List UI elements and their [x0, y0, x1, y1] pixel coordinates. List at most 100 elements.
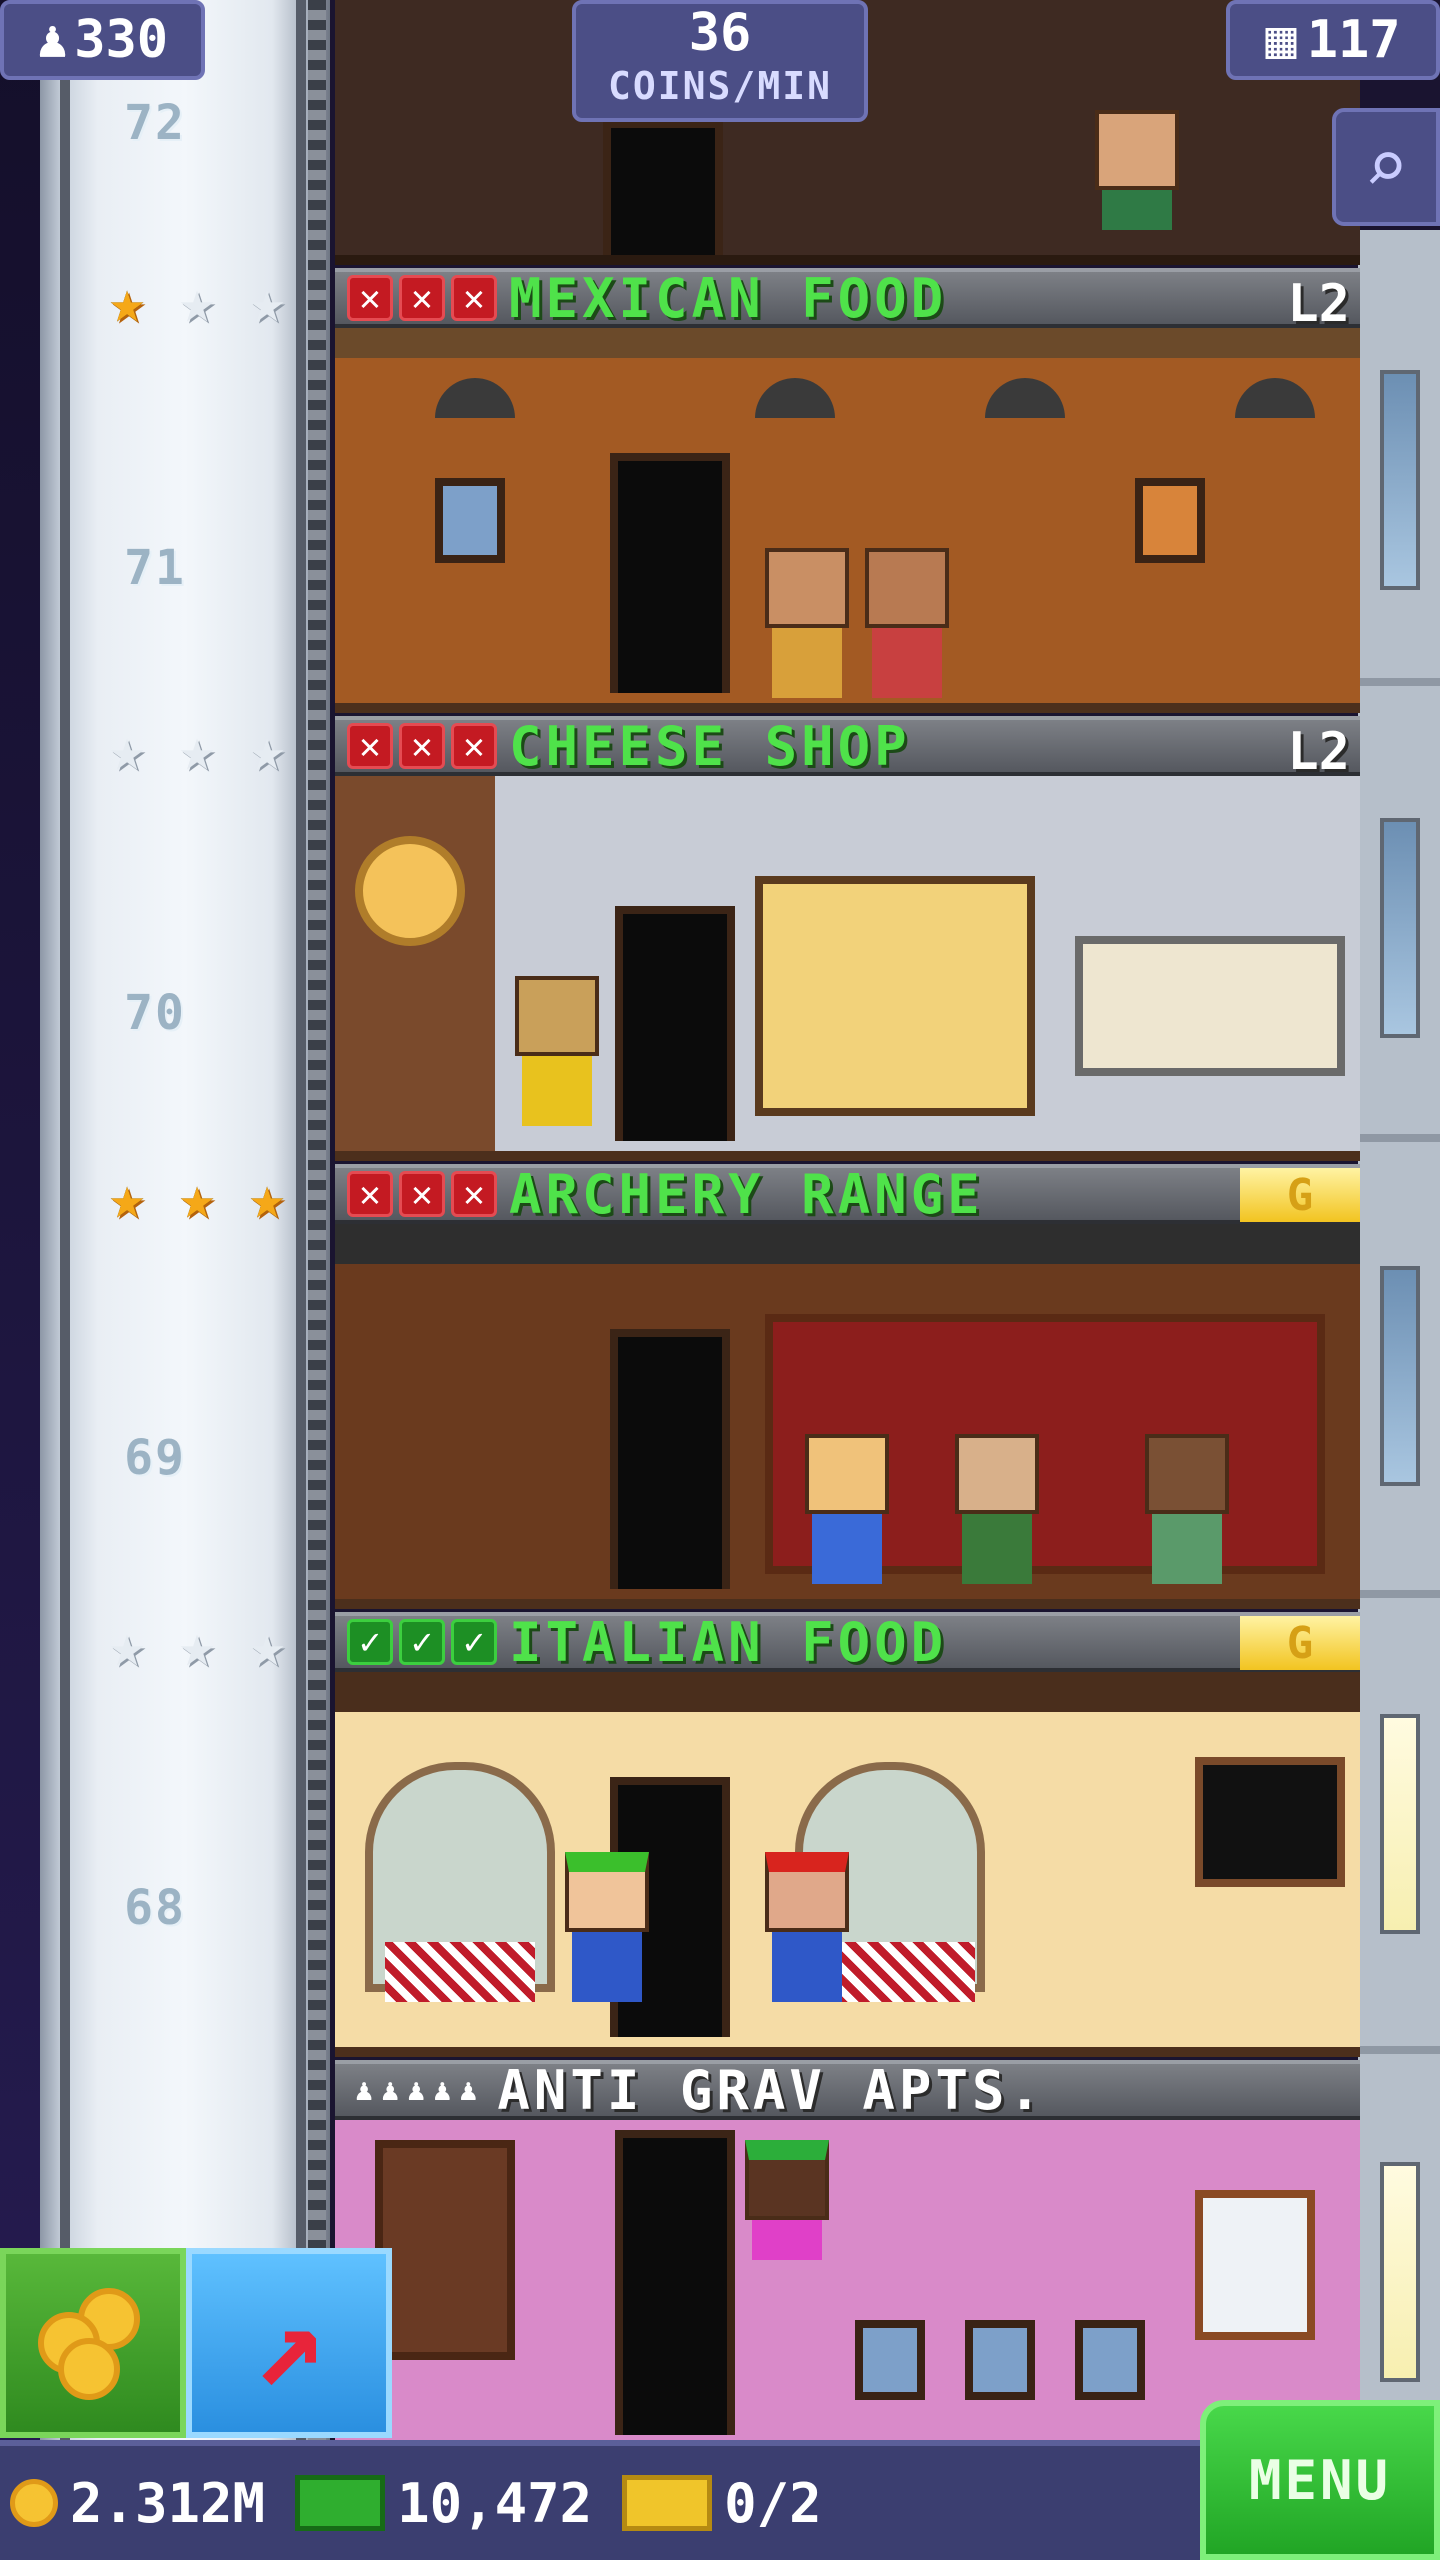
bitizen[interactable] — [1145, 1434, 1229, 1584]
resident-icon: ♟ — [433, 2072, 452, 2108]
room-interior — [335, 776, 1360, 1151]
floor-number-70: 70 — [124, 985, 186, 1041]
bux-icon — [295, 2475, 386, 2531]
coins-value: 2.312M — [70, 2471, 266, 2535]
floor-anti-grav-apts[interactable]: ♟ ♟ ♟ ♟ ♟ ANTI GRAV APTS. — [335, 2058, 1360, 2445]
floor-name: CHEESE SHOP — [509, 714, 911, 778]
bitizen[interactable] — [515, 976, 599, 1126]
star-icon: ★ — [248, 1163, 286, 1233]
stock-indicators: ✕ ✕ ✕ — [347, 275, 497, 321]
lamp — [435, 378, 515, 418]
arrow-up-icon: ↗ — [252, 2273, 326, 2413]
display-counter — [1075, 936, 1345, 1076]
person-icon: ♟ — [36, 10, 69, 70]
wall-picture — [1135, 478, 1205, 563]
star-icon: ★ — [248, 715, 286, 785]
magnifier-icon: ⌕ — [1363, 124, 1409, 210]
bitizen[interactable] — [865, 548, 949, 698]
floor-mexican-food[interactable]: ✕ ✕ ✕ MEXICAN FOOD L2 — [335, 266, 1360, 713]
menu-button[interactable]: MENU — [1200, 2400, 1440, 2560]
floor-cheese-shop[interactable]: ✕ ✕ ✕ CHEESE SHOP L2 — [335, 714, 1360, 1161]
floor-header: ✕ ✕ ✕ MEXICAN FOOD L2 — [335, 266, 1360, 334]
room-interior — [335, 328, 1360, 703]
bux-value: 10,472 — [397, 2471, 593, 2535]
menu-chalkboard — [1195, 1757, 1345, 1887]
bitizen[interactable] — [765, 1852, 849, 2002]
bitizen[interactable] — [955, 1434, 1039, 1584]
door — [610, 453, 730, 693]
stock-empty-icon: ✕ — [399, 1171, 445, 1217]
star-icon: ★ — [108, 267, 146, 337]
gold-bux-badge[interactable]: G — [1240, 1168, 1360, 1222]
space-background — [0, 0, 40, 2560]
search-button[interactable]: ⌕ — [1332, 108, 1440, 226]
stock-indicators: ✕ ✕ ✕ — [347, 723, 497, 769]
window — [1380, 2162, 1420, 2382]
coins-icon — [38, 2288, 148, 2400]
floor-archery-range[interactable]: ✕ ✕ ✕ ARCHERY RANGE G — [335, 1162, 1360, 1609]
resident-icon: ♟ — [407, 2072, 426, 2108]
stock-empty-icon: ✕ — [347, 275, 393, 321]
cheese-shelf — [755, 876, 1035, 1116]
collect-coins-button[interactable] — [0, 2248, 186, 2438]
elevator-cable — [308, 0, 326, 2440]
star-icon: ★ — [178, 715, 216, 785]
rating-stars: ★ ★ ★ — [95, 718, 299, 782]
bitizen[interactable] — [745, 2140, 829, 2290]
elevator-button[interactable]: ↗ — [186, 2248, 392, 2438]
stock-empty-icon: ✕ — [451, 1171, 497, 1217]
coins-per-minute[interactable]: 36 COINS/MIN — [572, 0, 868, 122]
bitizen[interactable] — [1095, 110, 1179, 260]
cheese-wheel — [355, 836, 465, 946]
floor-name: MEXICAN FOOD — [509, 266, 948, 330]
wall-picture — [965, 2320, 1035, 2400]
star-icon: ★ — [108, 1611, 146, 1681]
coins-balance[interactable]: 2.312M — [10, 2472, 265, 2535]
door — [615, 2130, 735, 2435]
bitizen[interactable] — [805, 1434, 889, 1584]
stock-full-icon: ✓ — [451, 1619, 497, 1665]
star-icon: ★ — [178, 267, 216, 337]
bookshelf — [375, 2140, 515, 2360]
room-interior — [335, 2120, 1360, 2445]
floor-counter[interactable]: ▦ 117 — [1226, 0, 1440, 80]
stock-full-icon: ✓ — [399, 1619, 445, 1665]
building-icon: ▦ — [1265, 10, 1297, 70]
window — [1380, 818, 1420, 1038]
shaft-rail-left — [60, 0, 70, 2440]
floor-count-value: 117 — [1306, 10, 1401, 70]
resident-indicators: ♟ ♟ ♟ ♟ ♟ — [355, 2073, 477, 2108]
coins-per-minute-label: COINS/MIN — [608, 64, 832, 108]
gold-bux-badge[interactable]: G — [1240, 1616, 1360, 1670]
bux-balance[interactable]: 10,472 — [295, 2472, 592, 2535]
coins-per-minute-value: 36 — [688, 3, 752, 63]
star-icon: ★ — [108, 1163, 146, 1233]
floor-name: ANTI GRAV APTS. — [497, 2058, 1045, 2122]
floor-name: ARCHERY RANGE — [509, 1162, 984, 1226]
stock-full-icon: ✓ — [347, 1619, 393, 1665]
window — [1380, 1714, 1420, 1934]
floor-italian-food[interactable]: ✓ ✓ ✓ ITALIAN FOOD G — [335, 1611, 1360, 2057]
stock-empty-icon: ✕ — [451, 275, 497, 321]
floor-header: ✓ ✓ ✓ ITALIAN FOOD G — [335, 1611, 1360, 1674]
vip-counter[interactable]: 0/2 — [622, 2472, 822, 2535]
lamp — [755, 378, 835, 418]
star-icon: ★ — [108, 715, 146, 785]
wall-picture — [435, 478, 505, 563]
vip-ticket-icon — [622, 2475, 713, 2531]
floor-header: ♟ ♟ ♟ ♟ ♟ ANTI GRAV APTS. — [335, 2058, 1360, 2122]
lamp — [1235, 378, 1315, 418]
floor-number-71: 71 — [124, 540, 186, 596]
star-icon: ★ — [178, 1611, 216, 1681]
door — [610, 1329, 730, 1589]
floor-header: ✕ ✕ ✕ CHEESE SHOP L2 — [335, 714, 1360, 782]
population-counter[interactable]: ♟ 330 — [0, 0, 205, 80]
stock-empty-icon: ✕ — [347, 723, 393, 769]
bitizen[interactable] — [765, 548, 849, 698]
window — [1380, 1266, 1420, 1486]
stock-empty-icon: ✕ — [399, 723, 445, 769]
floor-number-68: 68 — [124, 1880, 186, 1936]
bitizen[interactable] — [565, 1852, 649, 2002]
floor-level: L2 — [1287, 274, 1350, 334]
door — [615, 906, 735, 1141]
